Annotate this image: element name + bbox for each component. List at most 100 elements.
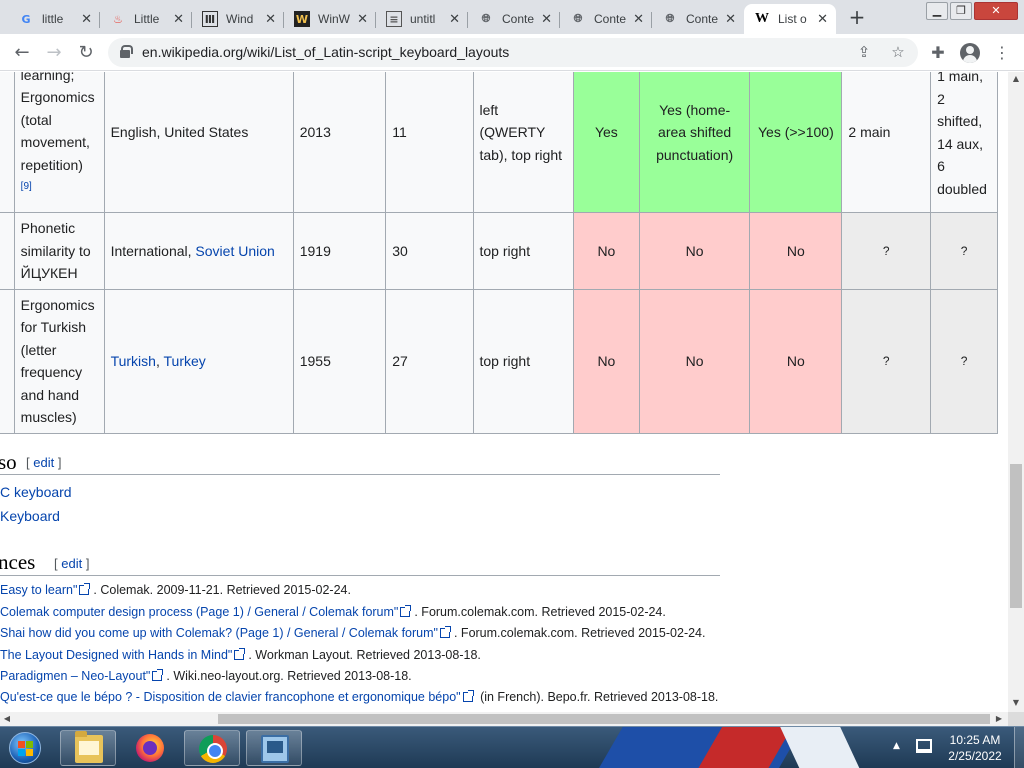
see-also-link[interactable]: C keyboard bbox=[0, 484, 72, 500]
close-tab-icon[interactable]: ✕ bbox=[541, 12, 552, 27]
turkey-link[interactable]: Turkey bbox=[164, 353, 206, 369]
close-tab-icon[interactable]: ✕ bbox=[265, 12, 276, 27]
vertical-scrollbar[interactable]: ▲ ▼ bbox=[1008, 72, 1024, 712]
scroll-right-arrow-icon[interactable]: ▶ bbox=[992, 712, 1006, 726]
tab-9-active[interactable]: W List o ✕ bbox=[744, 4, 836, 34]
citation-link[interactable]: [9] bbox=[21, 181, 32, 192]
show-desktop-button[interactable] bbox=[1014, 727, 1024, 768]
taskbar-remote-desktop[interactable] bbox=[246, 730, 302, 766]
reference-item: Shai how did you come up with Colemak? (… bbox=[0, 626, 705, 640]
tab-6[interactable]: 🌐︎ Conte ✕ bbox=[468, 4, 560, 34]
close-tab-icon[interactable]: ✕ bbox=[817, 12, 828, 27]
show-hidden-icons-icon[interactable]: ▲ bbox=[893, 741, 900, 751]
horizontal-scrollbar[interactable]: ◀ ▶ bbox=[0, 712, 1008, 726]
bookmark-star-icon[interactable]: ☆ bbox=[888, 42, 908, 62]
no-cell: No bbox=[749, 288, 843, 434]
taskbar-explorer[interactable] bbox=[60, 730, 116, 766]
menu-kebab-icon[interactable]: ⋮ bbox=[990, 41, 1014, 65]
table-cell bbox=[0, 72, 15, 213]
no-cell: No bbox=[572, 212, 640, 290]
flame-icon: ♨ bbox=[113, 12, 123, 26]
taskbar-chrome[interactable] bbox=[184, 730, 240, 766]
new-tab-button[interactable]: + bbox=[846, 6, 868, 28]
extensions-puzzle-icon[interactable]: ✚ bbox=[926, 41, 950, 65]
taskbar-clock[interactable]: 10:25 AM 2/25/2022 bbox=[940, 732, 1010, 764]
shortcut-cell: left (QWERTY tab), top right bbox=[472, 72, 574, 213]
reference-link[interactable]: Shai how did you come up with Colemak? (… bbox=[0, 626, 438, 640]
keys-cell: 27 bbox=[385, 288, 474, 434]
network-icon[interactable] bbox=[916, 739, 932, 753]
main-keys-cell: 2 main bbox=[841, 72, 932, 213]
wikipedia-book-icon: Ⅲ bbox=[202, 11, 218, 27]
purpose-line: similarity to bbox=[20, 242, 91, 259]
year-cell: 1919 bbox=[292, 212, 387, 290]
minimize-button[interactable]: ▁ bbox=[926, 2, 948, 20]
url-text[interactable]: en.wikipedia.org/wiki/List_of_Latin-scri… bbox=[142, 44, 509, 60]
windows-taskbar: ▲ 10:25 AM 2/25/2022 bbox=[0, 726, 1024, 768]
taskbar-firefox[interactable] bbox=[122, 730, 178, 766]
tab-title: Wind bbox=[226, 12, 254, 26]
keyboard-layouts-table: learning; Ergonomics (total movement, re… bbox=[0, 72, 998, 434]
document-icon: ≡ bbox=[386, 11, 402, 27]
reference-link[interactable]: Paradigmen – Neo-Layout" bbox=[0, 669, 150, 683]
purpose-cell: learning; Ergonomics (total movement, re… bbox=[13, 72, 105, 213]
purpose-cell: Phonetic similarity to ЙЦУКЕН bbox=[13, 212, 105, 290]
no-cell: No bbox=[572, 288, 640, 434]
clock-date: 2/25/2022 bbox=[948, 749, 1002, 763]
reference-link[interactable]: Easy to learn" bbox=[0, 583, 77, 597]
tab-4[interactable]: W WinW ✕ bbox=[284, 4, 376, 34]
language-cell: English, United States bbox=[103, 72, 294, 213]
close-tab-icon[interactable]: ✕ bbox=[633, 12, 644, 27]
scroll-down-arrow-icon[interactable]: ▼ bbox=[1008, 696, 1024, 710]
close-tab-icon[interactable]: ✕ bbox=[357, 12, 368, 27]
firefox-icon bbox=[136, 734, 164, 762]
tab-7[interactable]: 🌐︎ Conte ✕ bbox=[560, 4, 652, 34]
start-button[interactable] bbox=[4, 729, 46, 767]
reference-item: Easy to learn" . Colemak. 2009-11-21. Ret… bbox=[0, 583, 351, 597]
external-link-icon bbox=[462, 690, 474, 702]
tab-1[interactable]: G little ✕ bbox=[8, 4, 100, 34]
scroll-left-arrow-icon[interactable]: ◀ bbox=[0, 712, 14, 726]
see-also-link[interactable]: Keyboard bbox=[0, 508, 60, 524]
close-tab-icon[interactable]: ✕ bbox=[725, 12, 736, 27]
scrollbar-corner bbox=[1008, 712, 1024, 726]
vertical-scroll-thumb[interactable] bbox=[1010, 464, 1022, 608]
close-window-button[interactable]: ✕ bbox=[974, 2, 1018, 20]
reference-link[interactable]: The Layout Designed with Hands in Mind" bbox=[0, 648, 232, 662]
windows-logo-icon bbox=[9, 732, 41, 764]
scroll-up-arrow-icon[interactable]: ▲ bbox=[1008, 72, 1024, 86]
share-icon[interactable]: ⇪ bbox=[854, 42, 874, 62]
table-row: Ergonomics for Turkish (letter frequency… bbox=[0, 288, 998, 434]
tab-3[interactable]: Ⅲ Wind ✕ bbox=[192, 4, 284, 34]
tab-8[interactable]: 🌐︎ Conte ✕ bbox=[652, 4, 744, 34]
no-cell: No bbox=[638, 288, 751, 434]
tab-title: Conte bbox=[502, 12, 535, 26]
tab-2[interactable]: ♨ Little ✕ bbox=[100, 4, 192, 34]
horizontal-scroll-thumb[interactable] bbox=[218, 714, 990, 724]
close-tab-icon[interactable]: ✕ bbox=[173, 12, 184, 27]
tab-5[interactable]: ≡ untitl ✕ bbox=[376, 4, 468, 34]
heading-rule bbox=[0, 575, 720, 576]
purpose-line: repetition) bbox=[20, 156, 83, 173]
soviet-union-link[interactable]: Soviet Union bbox=[195, 243, 274, 259]
tab-title: Little bbox=[134, 12, 160, 26]
edit-link[interactable]: edit bbox=[33, 455, 54, 470]
reload-icon[interactable]: ↻ bbox=[74, 41, 98, 65]
tab-strip: G little ✕ ♨ Little ✕ Ⅲ Wind ✕ W WinW ✕ … bbox=[0, 0, 1024, 34]
back-arrow-icon[interactable]: ← bbox=[10, 41, 34, 65]
close-tab-icon[interactable]: ✕ bbox=[81, 12, 92, 27]
profile-avatar-icon[interactable] bbox=[960, 43, 980, 63]
address-bar[interactable]: en.wikipedia.org/wiki/List_of_Latin-scri… bbox=[108, 38, 918, 67]
edit-link[interactable]: edit bbox=[61, 556, 82, 571]
reference-link[interactable]: Qu'est-ce que le bépo ? - Disposition de… bbox=[0, 690, 461, 704]
yes-cell: Yes (>>100) bbox=[749, 72, 843, 213]
clock-time: 10:25 AM bbox=[949, 733, 1001, 747]
lock-icon[interactable] bbox=[120, 45, 133, 58]
close-tab-icon[interactable]: ✕ bbox=[449, 12, 460, 27]
shifted-keys-cell: 1 main, 2 shifted, 14 aux, 6 doubled bbox=[930, 72, 998, 213]
turkish-link[interactable]: Turkish bbox=[111, 353, 156, 369]
table-row: Phonetic similarity to ЙЦУКЕН Internatio… bbox=[0, 212, 998, 290]
reference-link[interactable]: Colemak computer design process (Page 1)… bbox=[0, 605, 398, 619]
restore-button[interactable]: ❐ bbox=[950, 2, 972, 20]
forward-arrow-icon[interactable]: → bbox=[42, 41, 66, 65]
